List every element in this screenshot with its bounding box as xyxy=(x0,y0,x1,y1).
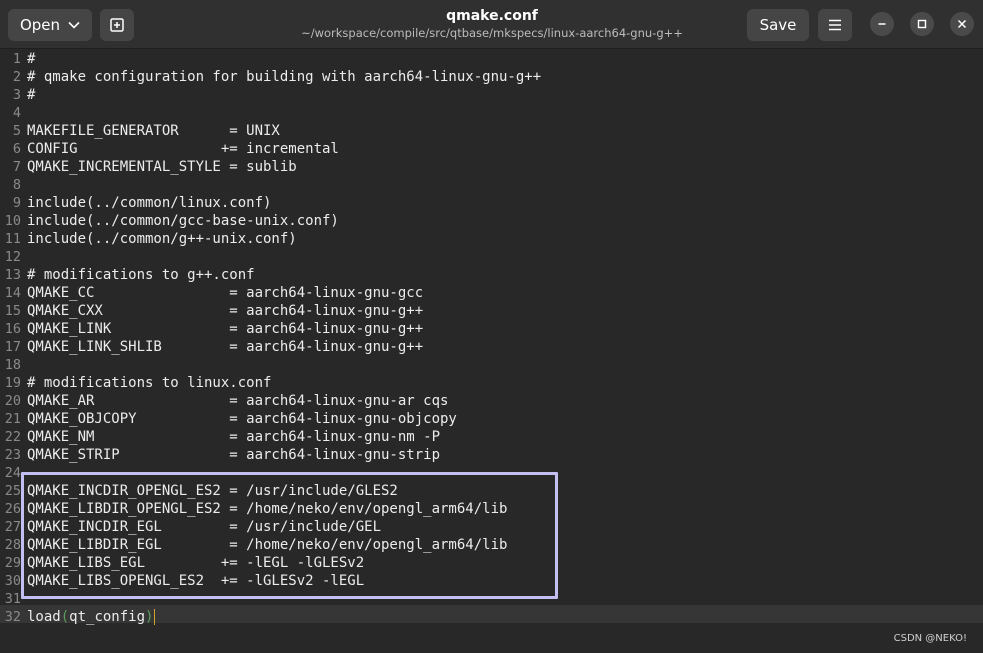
line-number: 15 xyxy=(4,303,21,319)
line-text: QMAKE_OBJCOPY = aarch64-linux-gnu-objcop… xyxy=(27,411,457,427)
header-bar: Open qmake.conf ~/workspace/compile/src/… xyxy=(0,0,983,49)
line-number: 11 xyxy=(4,231,21,247)
line-number: 13 xyxy=(4,267,21,283)
line-text: QMAKE_INCDIR_OPENGL_ES2 = /usr/include/G… xyxy=(27,483,398,499)
line-number: 12 xyxy=(4,249,21,265)
hamburger-menu-icon xyxy=(829,19,841,31)
line-number: 19 xyxy=(4,375,21,391)
line-text: QMAKE_LIBS_EGL += -lEGL -lGLESv2 xyxy=(27,555,365,571)
line-number: 2 xyxy=(12,69,21,85)
minimize-icon xyxy=(878,23,886,25)
save-button-label: Save xyxy=(759,16,797,34)
open-button[interactable]: Open xyxy=(8,9,92,41)
file-path: ~/workspace/compile/src/qtbase/mkspecs/l… xyxy=(301,26,683,40)
line-text: # xyxy=(27,87,36,103)
new-document-icon xyxy=(110,18,124,32)
line-number: 31 xyxy=(4,591,21,607)
line-text: include(../common/g++-unix.conf) xyxy=(27,231,297,247)
line-number: 16 xyxy=(4,321,21,337)
line-text: QMAKE_LIBDIR_OPENGL_ES2 = /home/neko/env… xyxy=(27,501,508,517)
line-text: QMAKE_CXX = aarch64-linux-gnu-g++ xyxy=(27,303,424,319)
main-menu-button[interactable] xyxy=(818,9,852,41)
line-text: QMAKE_NM = aarch64-linux-gnu-nm -P xyxy=(27,429,441,445)
line-text: CONFIG += incremental xyxy=(27,141,339,157)
open-paren: ( xyxy=(60,609,70,625)
line-text: # xyxy=(27,51,36,67)
line-text: QMAKE_AR = aarch64-linux-gnu-ar cqs xyxy=(27,393,449,409)
line-number: 17 xyxy=(4,339,21,355)
line-number: 7 xyxy=(12,159,21,175)
line-text: QMAKE_STRIP = aarch64-linux-gnu-strip xyxy=(27,447,441,463)
close-paren: ) xyxy=(145,609,154,625)
maximize-button[interactable] xyxy=(910,12,934,36)
line-text: # qmake configuration for building with … xyxy=(27,69,542,85)
line-number: 20 xyxy=(4,393,21,409)
line-text: MAKEFILE_GENERATOR = UNIX xyxy=(27,123,280,139)
minimize-button[interactable] xyxy=(870,12,894,36)
new-document-button[interactable] xyxy=(100,9,134,41)
title-area: qmake.conf ~/workspace/compile/src/qtbas… xyxy=(250,7,734,41)
line-number: 9 xyxy=(12,195,21,211)
line-number: 18 xyxy=(4,357,21,373)
code-token: load xyxy=(27,609,61,625)
open-button-label: Open xyxy=(19,16,61,34)
line-number: 28 xyxy=(4,537,21,553)
line-text: QMAKE_LINK_SHLIB = aarch64-linux-gnu-g++ xyxy=(27,339,424,355)
line-number: 3 xyxy=(12,87,21,103)
line-text: QMAKE_CC = aarch64-linux-gnu-gcc xyxy=(27,285,424,301)
line-text: QMAKE_LINK = aarch64-linux-gnu-g++ xyxy=(27,321,424,337)
save-button[interactable]: Save xyxy=(747,9,809,41)
close-button[interactable] xyxy=(950,12,974,36)
line-number: 21 xyxy=(4,411,21,427)
line-number: 1 xyxy=(12,51,21,67)
line-number: 22 xyxy=(4,429,21,445)
text-cursor xyxy=(154,609,156,625)
line-number: 24 xyxy=(4,465,21,481)
line-number: 30 xyxy=(4,573,21,589)
line-number: 6 xyxy=(12,141,21,157)
line-text: include(../common/gcc-base-unix.conf) xyxy=(27,213,339,229)
line-number: 8 xyxy=(12,177,21,193)
watermark: CSDN @NEKO! xyxy=(893,633,967,644)
line-text: load(qt_config) xyxy=(27,608,156,626)
chevron-down-icon xyxy=(68,21,80,29)
line-text: QMAKE_LIBDIR_EGL = /home/neko/env/opengl… xyxy=(27,537,508,553)
window-title: qmake.conf xyxy=(446,8,538,24)
line-number: 32 xyxy=(4,609,21,625)
line-number: 27 xyxy=(4,519,21,535)
line-text: # modifications to g++.conf xyxy=(27,267,255,283)
code-token: qt_config xyxy=(69,609,146,625)
line-text: # modifications to linux.conf xyxy=(27,375,272,391)
line-number: 29 xyxy=(4,555,21,571)
line-number: 10 xyxy=(4,213,21,229)
line-number: 26 xyxy=(4,501,21,517)
line-text: QMAKE_LIBS_OPENGL_ES2 += -lGLESv2 -lEGL xyxy=(27,573,365,589)
line-number: 25 xyxy=(4,483,21,499)
line-text: QMAKE_INCREMENTAL_STYLE = sublib xyxy=(27,159,297,175)
line-text: include(../common/linux.conf) xyxy=(27,195,272,211)
maximize-icon xyxy=(917,19,927,29)
line-number: 4 xyxy=(12,105,21,121)
text-editor[interactable]: 1 #2 # qmake configuration for building wi… xyxy=(0,49,983,653)
line-number: 23 xyxy=(4,447,21,463)
line-text: QMAKE_INCDIR_EGL = /usr/include/GEL xyxy=(27,519,382,535)
line-number: 5 xyxy=(12,123,21,139)
line-number: 14 xyxy=(4,285,21,301)
close-icon xyxy=(957,19,967,29)
